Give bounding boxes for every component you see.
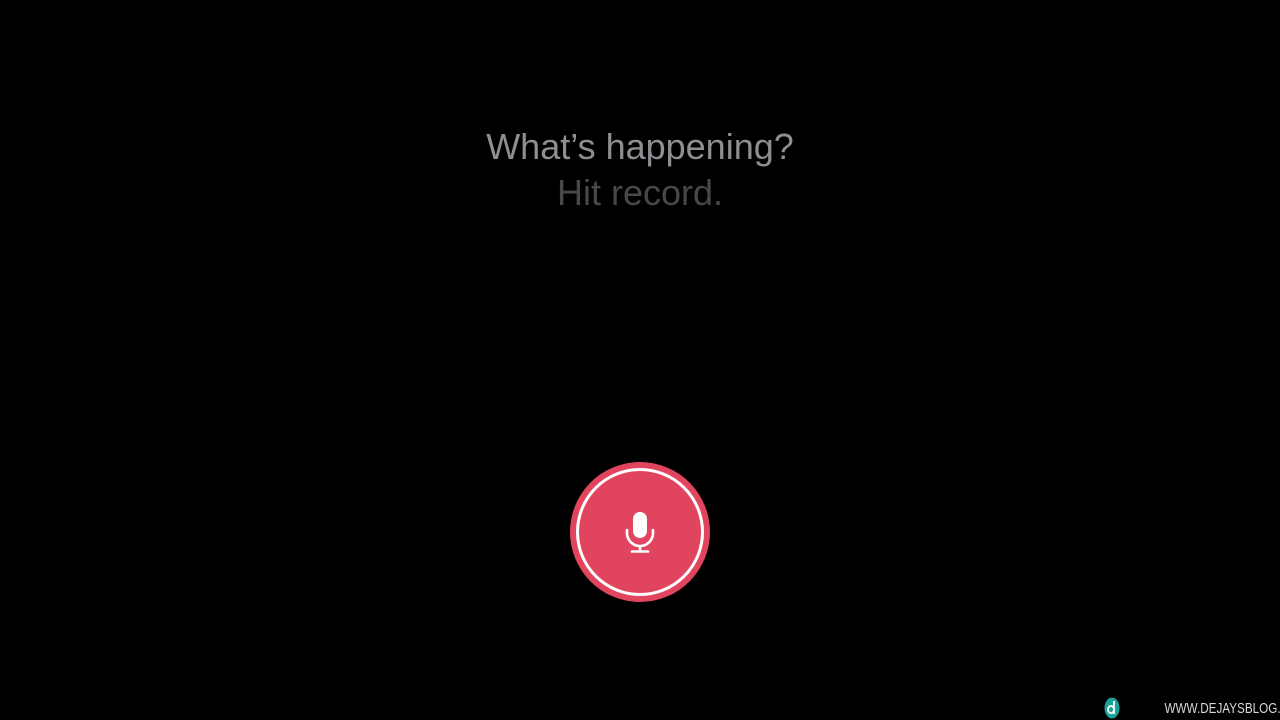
record-button[interactable] (570, 462, 710, 602)
microphone-icon (625, 512, 655, 553)
watermark-text: WWW.DEJAYSBLOG.COM (1164, 699, 1280, 717)
prompt-subline: Hit record. (556, 172, 724, 213)
prompt-headline: What’s happening? (486, 126, 794, 167)
voice-record-screen: What’s happening? Hit record. WWW.DEJAYS… (0, 0, 1280, 720)
prompt-text: What’s happening? Hit record. (0, 124, 1280, 216)
watermark: WWW.DEJAYSBLOG.COM (1104, 696, 1280, 720)
dejaysblog-logo-icon (1104, 697, 1120, 719)
